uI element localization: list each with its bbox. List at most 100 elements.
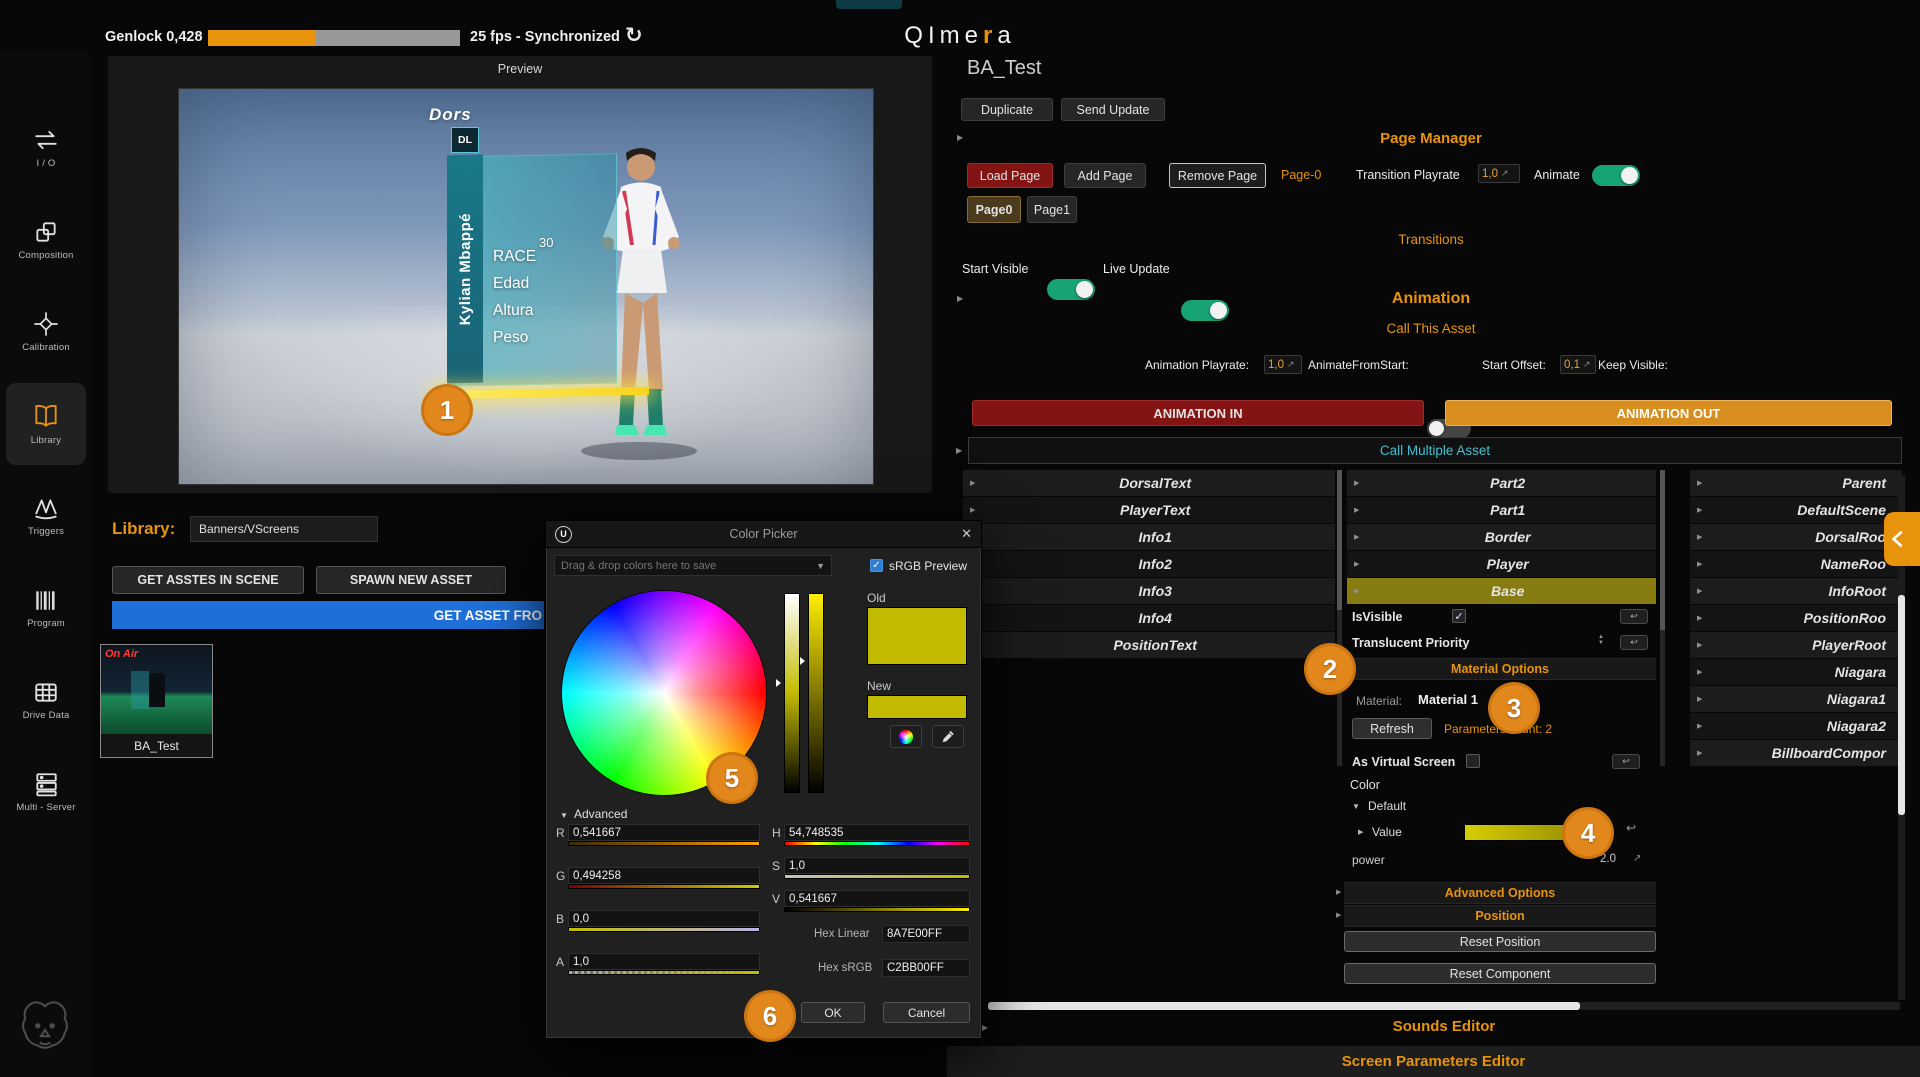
tree-row-info4[interactable]: ▶Info4 <box>963 605 1335 631</box>
tree-row-nameroot[interactable]: ▶ NameRoo <box>1690 551 1902 577</box>
tree-row-niagara2[interactable]: ▶ Niagara2 <box>1690 713 1902 739</box>
tree-mid-scrollbar[interactable] <box>1660 470 1665 766</box>
asset-card[interactable]: On Air BA_Test <box>100 644 213 758</box>
get-assets-in-scene-button[interactable]: GET ASSTES IN SCENE <box>112 566 304 594</box>
get-asset-from-library-button[interactable]: GET ASSET FRO <box>112 601 544 629</box>
animate-toggle[interactable] <box>1592 165 1640 186</box>
sidebar-item-multi-server[interactable]: Multi - Server <box>6 751 86 833</box>
hex-srgb-input[interactable] <box>882 959 970 977</box>
advanced-expander-icon[interactable]: ▼ <box>560 811 568 820</box>
translucent-priority-reset-button[interactable]: ↩ <box>1620 635 1648 650</box>
tree-row-niagara1[interactable]: ▶ Niagara1 <box>1690 686 1902 712</box>
value-slider[interactable] <box>808 593 824 793</box>
ok-button[interactable]: OK <box>801 1002 865 1023</box>
hex-linear-input[interactable] <box>882 925 970 943</box>
b-channel-input[interactable] <box>568 910 760 927</box>
tree-row-info2[interactable]: ▶Info2 <box>963 551 1335 577</box>
value-expander-icon[interactable]: ▶ <box>1358 828 1363 836</box>
material-value[interactable]: Material 1 <box>1418 692 1478 707</box>
tree-row-billboardcomponent[interactable]: ▶ BillboardCompor <box>1690 740 1902 766</box>
transition-playrate-value[interactable]: 1,0 ↗ <box>1478 164 1520 183</box>
refresh-button[interactable]: Refresh <box>1352 718 1432 739</box>
is-visible-checkbox[interactable]: ✓ <box>1452 609 1466 623</box>
tree-left-scrollbar[interactable] <box>1337 470 1342 766</box>
position-expander-icon[interactable]: ▶ <box>1336 911 1341 919</box>
animation-in-button[interactable]: ANIMATION IN <box>972 400 1424 426</box>
tree-row-info3[interactable]: ▶Info3 <box>963 578 1335 604</box>
panel-horizontal-scrollbar[interactable] <box>988 1002 1900 1010</box>
sidebar-item-triggers[interactable]: Triggers <box>6 475 86 557</box>
s-channel-gradient[interactable] <box>784 874 970 879</box>
add-page-button[interactable]: Add Page <box>1064 163 1146 188</box>
is-visible-reset-button[interactable]: ↩ <box>1620 609 1648 624</box>
g-channel-gradient[interactable] <box>568 884 760 889</box>
tree-row-border[interactable]: ▶ Border <box>1347 524 1656 550</box>
g-channel-input[interactable] <box>568 867 760 884</box>
color-wheel-mode-button[interactable] <box>890 725 922 748</box>
tree-row-playerroot[interactable]: ▶ PlayerRoot <box>1690 632 1902 658</box>
panel-collapse-tab[interactable] <box>1884 512 1920 566</box>
a-channel-gradient[interactable] <box>568 970 760 975</box>
tab-page0[interactable]: Page0 <box>967 196 1021 223</box>
eyedropper-button[interactable] <box>932 725 964 748</box>
anim-playrate-value[interactable]: 1,0 ↗ <box>1264 355 1302 374</box>
r-channel-input[interactable] <box>568 824 760 841</box>
s-channel-input[interactable] <box>784 857 970 874</box>
preview-viewport[interactable]: Dors Kylian Mbappé DL RACE Edad Altura P… <box>178 88 874 485</box>
power-expand-icon[interactable]: ↗ <box>1633 853 1641 864</box>
tree-row-part2[interactable]: ▶ Part2 <box>1347 470 1656 496</box>
a-channel-input[interactable] <box>568 953 760 970</box>
close-icon[interactable]: ✕ <box>961 526 972 542</box>
as-virtual-screen-reset-button[interactable]: ↩ <box>1612 754 1640 769</box>
h-channel-input[interactable] <box>784 824 970 841</box>
sidebar-item-drive-data[interactable]: Drive Data <box>6 659 86 741</box>
advanced-options-header[interactable]: Advanced Options <box>1344 882 1656 904</box>
sidebar-item-program[interactable]: Program <box>6 567 86 649</box>
load-page-button[interactable]: Load Page <box>967 163 1053 188</box>
reset-position-button[interactable]: Reset Position <box>1344 931 1656 952</box>
scrollbar-thumb[interactable] <box>988 1002 1580 1010</box>
sidebar-item-library[interactable]: Library <box>6 383 86 465</box>
tree-row-base-selected[interactable]: ▶ Base <box>1347 578 1656 604</box>
sync-refresh-icon[interactable]: ↻ <box>625 23 643 48</box>
tree-row-inforoot[interactable]: ▶ InfoRoot <box>1690 578 1902 604</box>
screen-parameters-editor-bar[interactable]: Screen Parameters Editor <box>947 1046 1920 1077</box>
advanced-options-expander-icon[interactable]: ▶ <box>1336 888 1341 896</box>
sidebar-item-io[interactable]: I / O <box>6 107 86 189</box>
b-channel-gradient[interactable] <box>568 927 760 932</box>
spawn-new-asset-button[interactable]: SPAWN NEW ASSET <box>316 566 506 594</box>
v-channel-input[interactable] <box>784 890 970 907</box>
start-offset-value[interactable]: 0,1 ↗ <box>1560 355 1596 374</box>
srgb-preview-checkbox[interactable]: ✓ <box>870 559 883 572</box>
sidebar-item-composition[interactable]: Composition <box>6 199 86 281</box>
tree-row-playertext[interactable]: ▶ PlayerText <box>963 497 1335 523</box>
duplicate-button[interactable]: Duplicate <box>961 98 1053 121</box>
send-update-button[interactable]: Send Update <box>1061 98 1165 121</box>
tree-row-positiontext[interactable]: ▶PositionText <box>963 632 1335 658</box>
remove-page-button[interactable]: Remove Page <box>1169 163 1266 188</box>
scrollbar-thumb[interactable] <box>1898 595 1905 815</box>
sidebar-item-calibration[interactable]: Calibration <box>6 291 86 373</box>
reset-component-button[interactable]: Reset Component <box>1344 963 1656 984</box>
tree-row-dorsalroot[interactable]: ▶ DorsalRoo <box>1690 524 1902 550</box>
r-channel-gradient[interactable] <box>568 841 760 846</box>
tree-row-defaultscene[interactable]: ▶ DefaultScene <box>1690 497 1902 523</box>
tree-row-positionroot[interactable]: ▶ PositionRoo <box>1690 605 1902 631</box>
position-header[interactable]: Position <box>1344 905 1656 927</box>
tree-row-part1[interactable]: ▶ Part1 <box>1347 497 1656 523</box>
call-multiple-expander-icon[interactable]: ▶ <box>956 446 962 455</box>
default-expander-icon[interactable]: ▼ <box>1352 802 1360 811</box>
theme-dropdown[interactable]: Drag & drop colors here to save ▼ <box>554 555 832 576</box>
animation-out-button[interactable]: ANIMATION OUT <box>1445 400 1892 426</box>
tree-row-player[interactable]: ▶ Player <box>1347 551 1656 577</box>
as-virtual-screen-checkbox[interactable] <box>1466 754 1480 768</box>
tree-row-parent[interactable]: ▶ Parent <box>1690 470 1902 496</box>
tree-row-niagara[interactable]: ▶ Niagara <box>1690 659 1902 685</box>
material-options-header[interactable]: Material Options <box>1344 658 1656 680</box>
sounds-editor-header[interactable]: Sounds Editor <box>988 1018 1900 1035</box>
cancel-button[interactable]: Cancel <box>883 1002 970 1023</box>
saturation-slider[interactable] <box>784 593 800 793</box>
tab-page1[interactable]: Page1 <box>1027 196 1077 223</box>
value-undo-icon[interactable]: ↩ <box>1626 821 1636 835</box>
v-channel-gradient[interactable] <box>784 907 970 912</box>
